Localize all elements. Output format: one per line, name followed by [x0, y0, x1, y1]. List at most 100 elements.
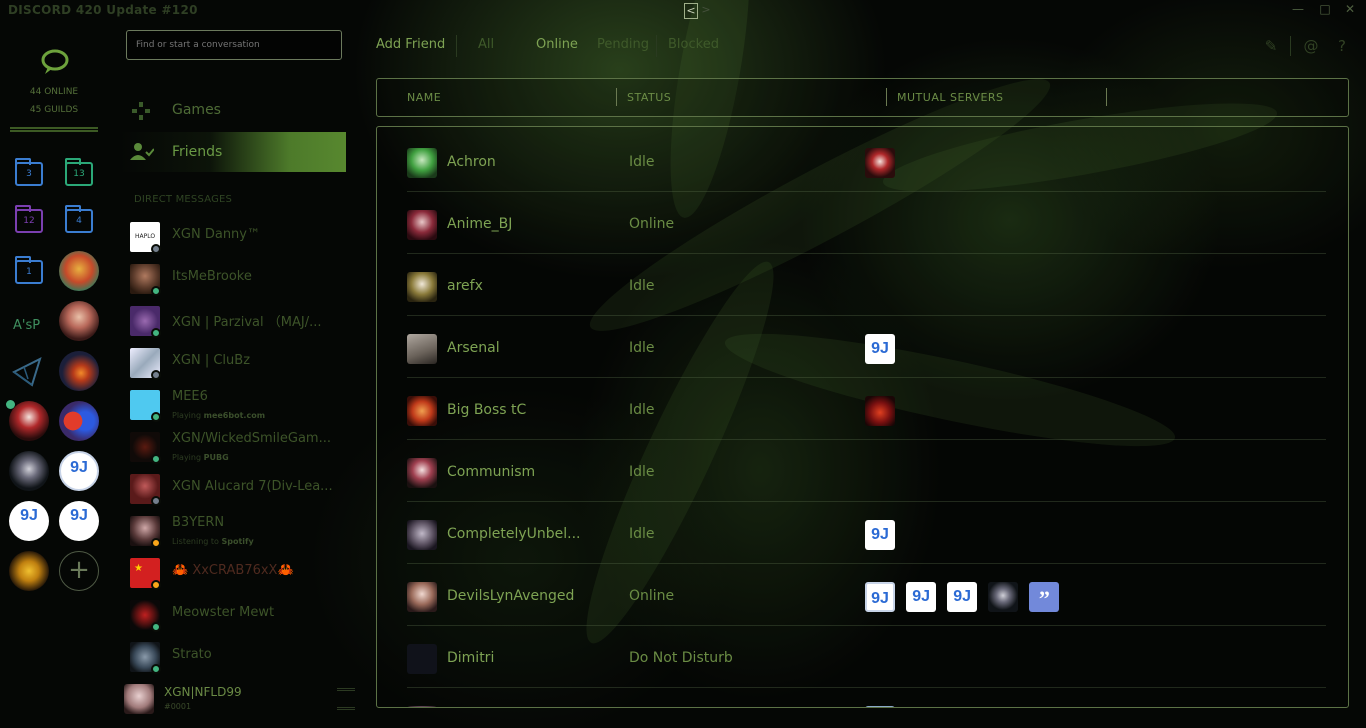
conversation-search-input[interactable]: [126, 30, 342, 60]
nav-games[interactable]: Games: [130, 96, 346, 124]
dm-name: XGN Alucard 7(Div-Lea...: [172, 479, 333, 494]
dm-item[interactable]: XGN | Parzival （MAJ/...: [128, 304, 348, 338]
friend-row[interactable]: Arsenal Idle 9J: [407, 316, 1326, 378]
dm-name: ItsMeBrooke: [172, 269, 252, 284]
mutual-server-icon[interactable]: 9J: [865, 334, 895, 364]
mutual-server-icon[interactable]: 9J: [947, 582, 978, 612]
quote-server-icon[interactable]: ”: [1029, 582, 1060, 612]
guild-icon[interactable]: [59, 401, 99, 441]
mutual-server-icon[interactable]: [865, 396, 895, 426]
friend-name: Anime_BJ: [447, 216, 513, 232]
dm-item[interactable]: B3YERN Listening to Spotify: [128, 514, 348, 548]
friend-status: Idle: [629, 526, 655, 542]
help-icon[interactable]: ?: [1333, 37, 1351, 55]
guild-icon[interactable]: [59, 351, 99, 391]
blocked-tab[interactable]: Blocked: [668, 37, 719, 52]
mutual-server-icon[interactable]: 9J: [865, 582, 895, 612]
online-tab[interactable]: Online: [536, 37, 578, 52]
mutual-server-icon[interactable]: [865, 706, 895, 707]
guild-text-icon[interactable]: A'sP: [13, 318, 40, 333]
dm-item[interactable]: ★ 🦀 XxCRAB76xX🦀: [128, 556, 348, 590]
guild-icon[interactable]: [9, 401, 49, 441]
friends-icon: [130, 143, 154, 160]
friend-name: arefx: [447, 278, 483, 294]
friend-row[interactable]: arefx Idle: [407, 254, 1326, 316]
dm-name: Meowster Mewt: [172, 605, 275, 620]
guild-folder[interactable]: 13: [65, 158, 93, 186]
maximize-button[interactable]: □: [1315, 2, 1335, 18]
friend-name: Communism: [447, 464, 536, 480]
pending-tab[interactable]: Pending: [597, 37, 649, 52]
status-dot: [151, 412, 161, 422]
dm-item[interactable]: HAPLO XGN Danny™: [128, 220, 348, 254]
dm-item[interactable]: XGN | CluBz: [128, 346, 348, 380]
guild-icon-9j[interactable]: 9J: [59, 501, 99, 541]
guild-folder[interactable]: 4: [65, 205, 93, 233]
friend-row[interactable]: Dimitri Do Not Disturb: [407, 626, 1326, 688]
guild-folder[interactable]: 1: [15, 256, 43, 284]
friend-row[interactable]: CompletelyUnbel... Idle 9J: [407, 502, 1326, 564]
column-divider: [616, 88, 617, 106]
prism-guild-icon[interactable]: [10, 355, 44, 389]
friend-status: Do Not Disturb: [629, 650, 733, 666]
dm-item[interactable]: ItsMeBrooke: [128, 262, 348, 296]
dm-item[interactable]: Meowster Mewt: [128, 598, 348, 632]
mutual-server-icon[interactable]: 9J: [865, 520, 895, 550]
dm-item[interactable]: XGN Alucard 7(Div-Lea...: [128, 472, 348, 506]
add-friend-tab[interactable]: Add Friend: [376, 37, 445, 52]
dm-name: XGN | CluBz: [172, 353, 251, 368]
status-dot: [151, 454, 161, 464]
column-header-mutual-servers[interactable]: MUTUAL SERVERS: [897, 91, 1004, 104]
user-settings-icon[interactable]: [337, 688, 355, 710]
mutual-servers: [865, 396, 901, 426]
friend-row[interactable]: Big Boss tC Idle: [407, 378, 1326, 440]
guild-folder[interactable]: 12: [15, 205, 43, 233]
friend-row[interactable]: Communism Idle: [407, 440, 1326, 502]
dm-item[interactable]: MEE6 Playing mee6bot.com: [128, 388, 348, 422]
friend-row[interactable]: Achron Idle: [407, 130, 1326, 192]
friend-row[interactable]: DevilsLynAvenged Online 9J 9J 9J ”: [407, 564, 1326, 626]
column-header-status[interactable]: STATUS: [627, 91, 671, 104]
friend-row[interactable]: [407, 688, 1326, 707]
mutual-servers: [865, 706, 901, 707]
guild-icon[interactable]: [9, 551, 49, 591]
friend-avatar: [407, 520, 437, 550]
guild-folder[interactable]: 3: [15, 158, 43, 186]
friend-status: Idle: [629, 402, 655, 418]
mentions-icon[interactable]: @: [1302, 37, 1320, 55]
nav-friends-label: Friends: [172, 144, 223, 160]
dm-name: MEE6: [172, 389, 208, 404]
friend-name: CompletelyUnbel...: [447, 526, 581, 542]
back-button[interactable]: <: [684, 3, 698, 19]
friend-row[interactable]: Anime_BJ Online: [407, 192, 1326, 254]
column-divider: [886, 88, 887, 106]
forward-button[interactable]: >: [699, 3, 713, 19]
guild-icon-9j[interactable]: 9J: [59, 451, 99, 491]
mutual-servers: 9J: [865, 520, 901, 550]
home-chat-icon[interactable]: [40, 48, 70, 76]
guild-icon[interactable]: [9, 451, 49, 491]
guild-icon[interactable]: [59, 301, 99, 341]
friend-avatar: [407, 458, 437, 488]
friend-avatar: [407, 644, 437, 674]
nav-friends[interactable]: Friends: [120, 132, 346, 172]
friend-status: Online: [629, 216, 675, 232]
mutual-server-icon[interactable]: [988, 582, 1019, 612]
friend-status: Idle: [629, 464, 655, 480]
mutual-server-icon[interactable]: 9J: [906, 582, 937, 612]
all-tab[interactable]: All: [478, 37, 494, 52]
guild-icon-9j[interactable]: 9J: [9, 501, 49, 541]
dm-item[interactable]: XGN/WickedSmileGam... Playing PUBG: [128, 430, 348, 464]
minimize-button[interactable]: —: [1288, 2, 1308, 18]
dm-item[interactable]: Strato: [128, 640, 348, 674]
dm-name: B3YERN: [172, 515, 225, 530]
mutual-server-icon[interactable]: [865, 148, 895, 178]
close-button[interactable]: ✕: [1340, 2, 1360, 18]
friend-name: Arsenal: [447, 340, 500, 356]
user-avatar[interactable]: [124, 684, 154, 714]
column-header-name[interactable]: NAME: [407, 91, 441, 104]
new-group-dm-icon[interactable]: ✎: [1262, 37, 1280, 55]
guild-icon[interactable]: [59, 251, 99, 291]
add-server-button[interactable]: +: [59, 551, 99, 591]
dm-name: XGN Danny™: [172, 227, 260, 242]
